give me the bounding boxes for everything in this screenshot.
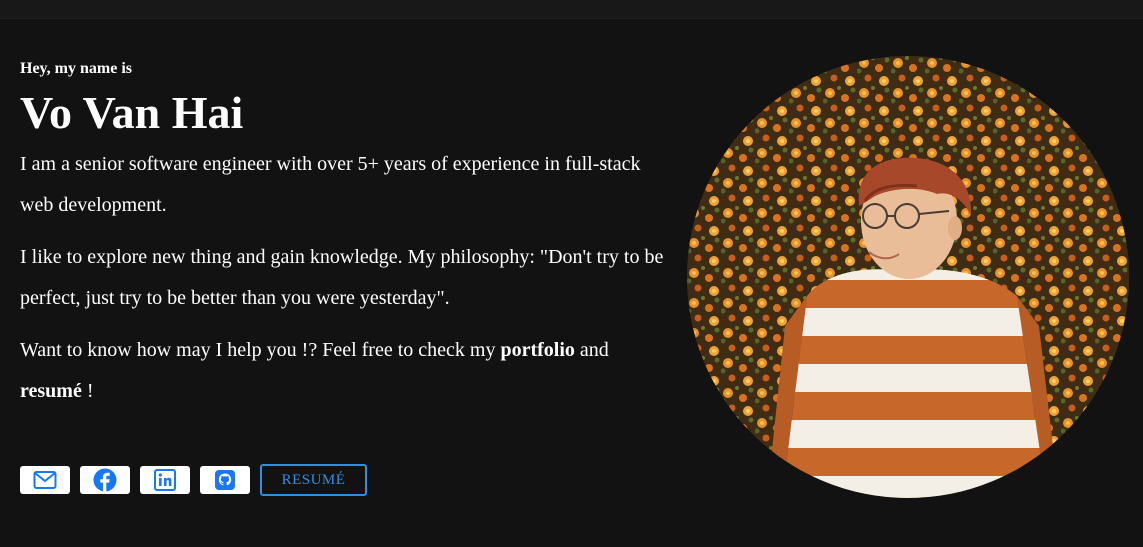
cta-and: and <box>574 339 609 361</box>
page-title: Vo Van Hai <box>20 87 244 138</box>
facebook-button[interactable] <box>80 466 130 494</box>
bio-paragraph: I am a senior software engineer with ove… <box>20 153 641 216</box>
linkedin-icon <box>154 469 176 491</box>
cta-prefix: Want to know how may I help you !? Feel … <box>20 339 501 361</box>
facebook-icon <box>93 468 117 492</box>
resume-button[interactable]: RESUMÉ <box>260 464 367 496</box>
email-button[interactable] <box>20 466 70 494</box>
philosophy-paragraph: I like to explore new thing and gain kno… <box>20 246 664 309</box>
profile-photo <box>687 56 1129 498</box>
social-links: RESUMÉ <box>20 464 367 496</box>
greeting-text: Hey, my name is <box>20 60 132 77</box>
github-icon <box>215 470 235 490</box>
top-bar <box>0 0 1143 19</box>
linkedin-button[interactable] <box>140 466 190 494</box>
intro-section: Hey, my name is Vo Van Hai I am a senior… <box>20 58 670 423</box>
portfolio-link[interactable]: portfolio <box>500 339 574 361</box>
mail-icon <box>33 471 57 489</box>
github-button[interactable] <box>200 466 250 494</box>
cta-suffix: ! <box>81 380 94 402</box>
resume-link[interactable]: resumé <box>20 380 82 402</box>
cta-paragraph: Want to know how may I help you !? Feel … <box>20 330 670 412</box>
